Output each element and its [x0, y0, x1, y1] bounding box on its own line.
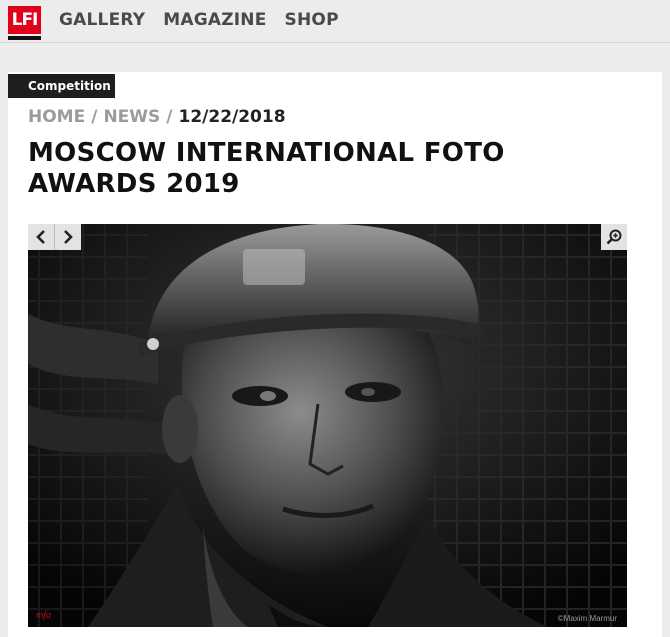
- breadcrumb-home[interactable]: HOME: [28, 107, 85, 127]
- lfi-logo[interactable]: LFI: [8, 6, 41, 34]
- next-slide-button[interactable]: [55, 224, 81, 250]
- photo-slideshow[interactable]: mfa ©Maxim Marmur: [28, 224, 627, 627]
- zoom-in-icon: [606, 229, 622, 245]
- breadcrumb-date: 12/22/2018: [178, 107, 286, 127]
- main-nav: GALLERY MAGAZINE SHOP: [59, 10, 339, 30]
- breadcrumb-separator: /: [166, 107, 173, 127]
- chevron-right-icon: [64, 230, 73, 244]
- article-card: Competition HOME / NEWS/12/22/2018 MOSCOW …: [8, 72, 662, 637]
- breadcrumb-news[interactable]: NEWS: [103, 107, 160, 127]
- breadcrumb-separator: /: [91, 107, 98, 127]
- logo-underline: [8, 36, 41, 40]
- zoom-button[interactable]: [601, 224, 627, 250]
- photo-credit: ©Maxim Marmur: [557, 614, 617, 623]
- chevron-left-icon: [36, 230, 45, 244]
- category-tag[interactable]: Competition: [8, 74, 115, 98]
- article-title: MOSCOW INTERNATIONAL FOTO AWARDS 2019: [28, 138, 505, 199]
- photographer-signature: mfa: [36, 610, 51, 621]
- nav-item-gallery[interactable]: GALLERY: [59, 10, 145, 30]
- prev-slide-button[interactable]: [28, 224, 55, 250]
- top-bar: LFI GALLERY MAGAZINE SHOP: [0, 0, 670, 43]
- miner-portrait-photo: [28, 224, 627, 627]
- breadcrumb: HOME / NEWS/12/22/2018: [28, 107, 286, 127]
- nav-item-magazine[interactable]: MAGAZINE: [163, 10, 266, 30]
- nav-item-shop[interactable]: SHOP: [285, 10, 339, 30]
